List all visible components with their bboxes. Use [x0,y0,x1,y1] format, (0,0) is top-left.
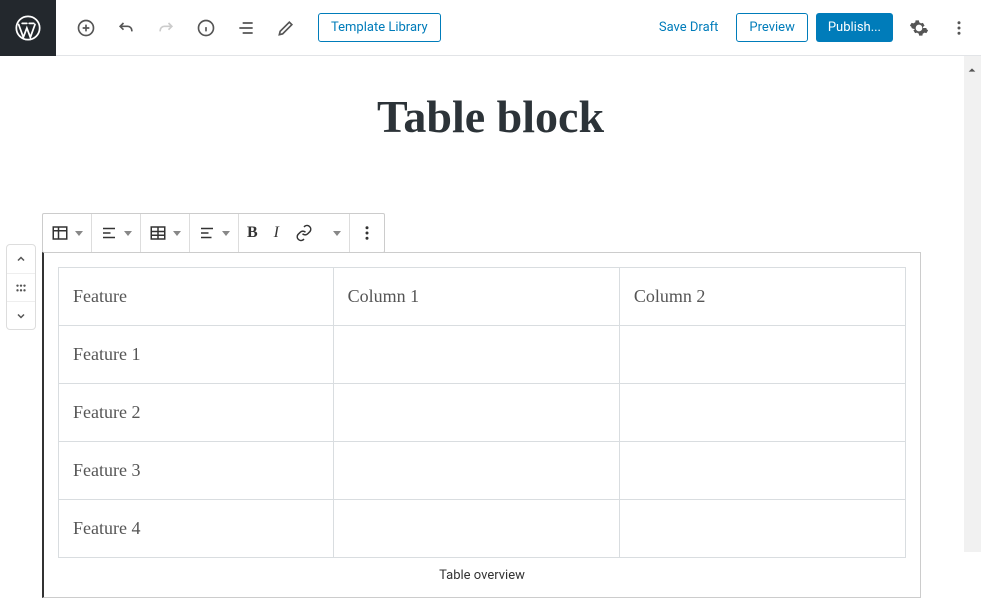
chevron-down-icon [15,310,27,322]
drag-icon [14,283,28,293]
editor-canvas: Table block [0,56,981,552]
align-button[interactable] [92,214,140,252]
save-draft-button[interactable]: Save Draft [649,14,729,41]
table-row: Feature 2 [59,384,906,442]
block-type-button[interactable] [43,214,91,252]
table-row: Feature 3 [59,442,906,500]
align-icon [100,224,118,242]
scroll-up-arrow[interactable] [965,58,979,82]
block-more-options-button[interactable] [350,214,384,252]
table-cell[interactable] [333,442,619,500]
italic-icon: I [274,224,279,242]
table-cell[interactable]: Feature 1 [59,326,334,384]
table-cell[interactable] [619,500,905,558]
toolbar-right-group: Save Draft Preview Publish... [649,10,981,46]
table-row: Feature 1 [59,326,906,384]
table-cell[interactable] [619,442,905,500]
wordpress-logo[interactable] [0,0,56,56]
bold-button[interactable]: B [239,214,266,252]
outline-button[interactable] [228,10,264,46]
table-cell[interactable]: Feature 3 [59,442,334,500]
settings-button[interactable] [901,10,937,46]
table-edit-icon [149,224,167,242]
table-cell[interactable] [619,384,905,442]
pencil-icon [276,18,296,38]
chevron-down-icon [75,231,83,236]
vertical-scrollbar[interactable] [964,56,981,552]
table-cell[interactable] [333,384,619,442]
table-cell[interactable]: Feature 4 [59,500,334,558]
bold-icon: B [247,224,258,242]
text-align-button[interactable] [190,214,238,252]
table-cell[interactable] [333,500,619,558]
toolbar-left-group: Template Library [56,10,441,46]
table-header-row: Feature Column 1 Column 2 [59,268,906,326]
document-info-button[interactable] [188,10,224,46]
chevron-down-icon [173,231,181,236]
more-rich-text-button[interactable] [321,214,349,252]
edit-table-button[interactable] [141,214,189,252]
table-cell[interactable]: Feature 2 [59,384,334,442]
table-row: Feature 4 [59,500,906,558]
preview-button[interactable]: Preview [736,13,807,42]
table-cell[interactable] [333,326,619,384]
block-toolbar: B I [42,213,385,253]
table-block[interactable]: Feature Column 1 Column 2 Feature 1 Feat… [42,252,921,598]
table-header-cell[interactable]: Column 2 [619,268,905,326]
italic-button[interactable]: I [266,214,287,252]
plus-circle-icon [76,18,96,38]
edit-mode-button[interactable] [268,10,304,46]
redo-button[interactable] [148,10,184,46]
chevron-down-icon [333,231,341,236]
redo-icon [156,18,176,38]
table-icon [51,224,69,242]
publish-button[interactable]: Publish... [816,13,893,42]
page-title[interactable]: Table block [0,90,981,143]
template-library-button[interactable]: Template Library [318,13,441,42]
table-cell[interactable] [619,326,905,384]
add-block-button[interactable] [68,10,104,46]
wordpress-icon [14,14,42,42]
table-caption[interactable]: Table overview [58,558,906,583]
feature-table[interactable]: Feature Column 1 Column 2 Feature 1 Feat… [58,267,906,558]
table-header-cell[interactable]: Column 1 [333,268,619,326]
undo-button[interactable] [108,10,144,46]
move-up-button[interactable] [7,245,35,273]
move-down-button[interactable] [7,301,35,329]
chevron-up-icon [15,253,27,265]
link-icon [295,224,313,242]
chevron-down-icon [222,231,230,236]
link-button[interactable] [287,214,321,252]
list-icon [236,18,256,38]
editor-top-toolbar: Template Library Save Draft Preview Publ… [0,0,981,56]
more-vertical-icon [358,224,376,242]
table-header-cell[interactable]: Feature [59,268,334,326]
text-align-icon [198,224,216,242]
undo-icon [116,18,136,38]
more-vertical-icon [950,19,968,37]
chevron-up-icon [967,65,977,75]
block-mover [6,244,36,330]
gear-icon [909,18,929,38]
info-icon [196,18,216,38]
drag-handle[interactable] [7,273,35,301]
more-options-button[interactable] [945,10,973,46]
chevron-down-icon [124,231,132,236]
